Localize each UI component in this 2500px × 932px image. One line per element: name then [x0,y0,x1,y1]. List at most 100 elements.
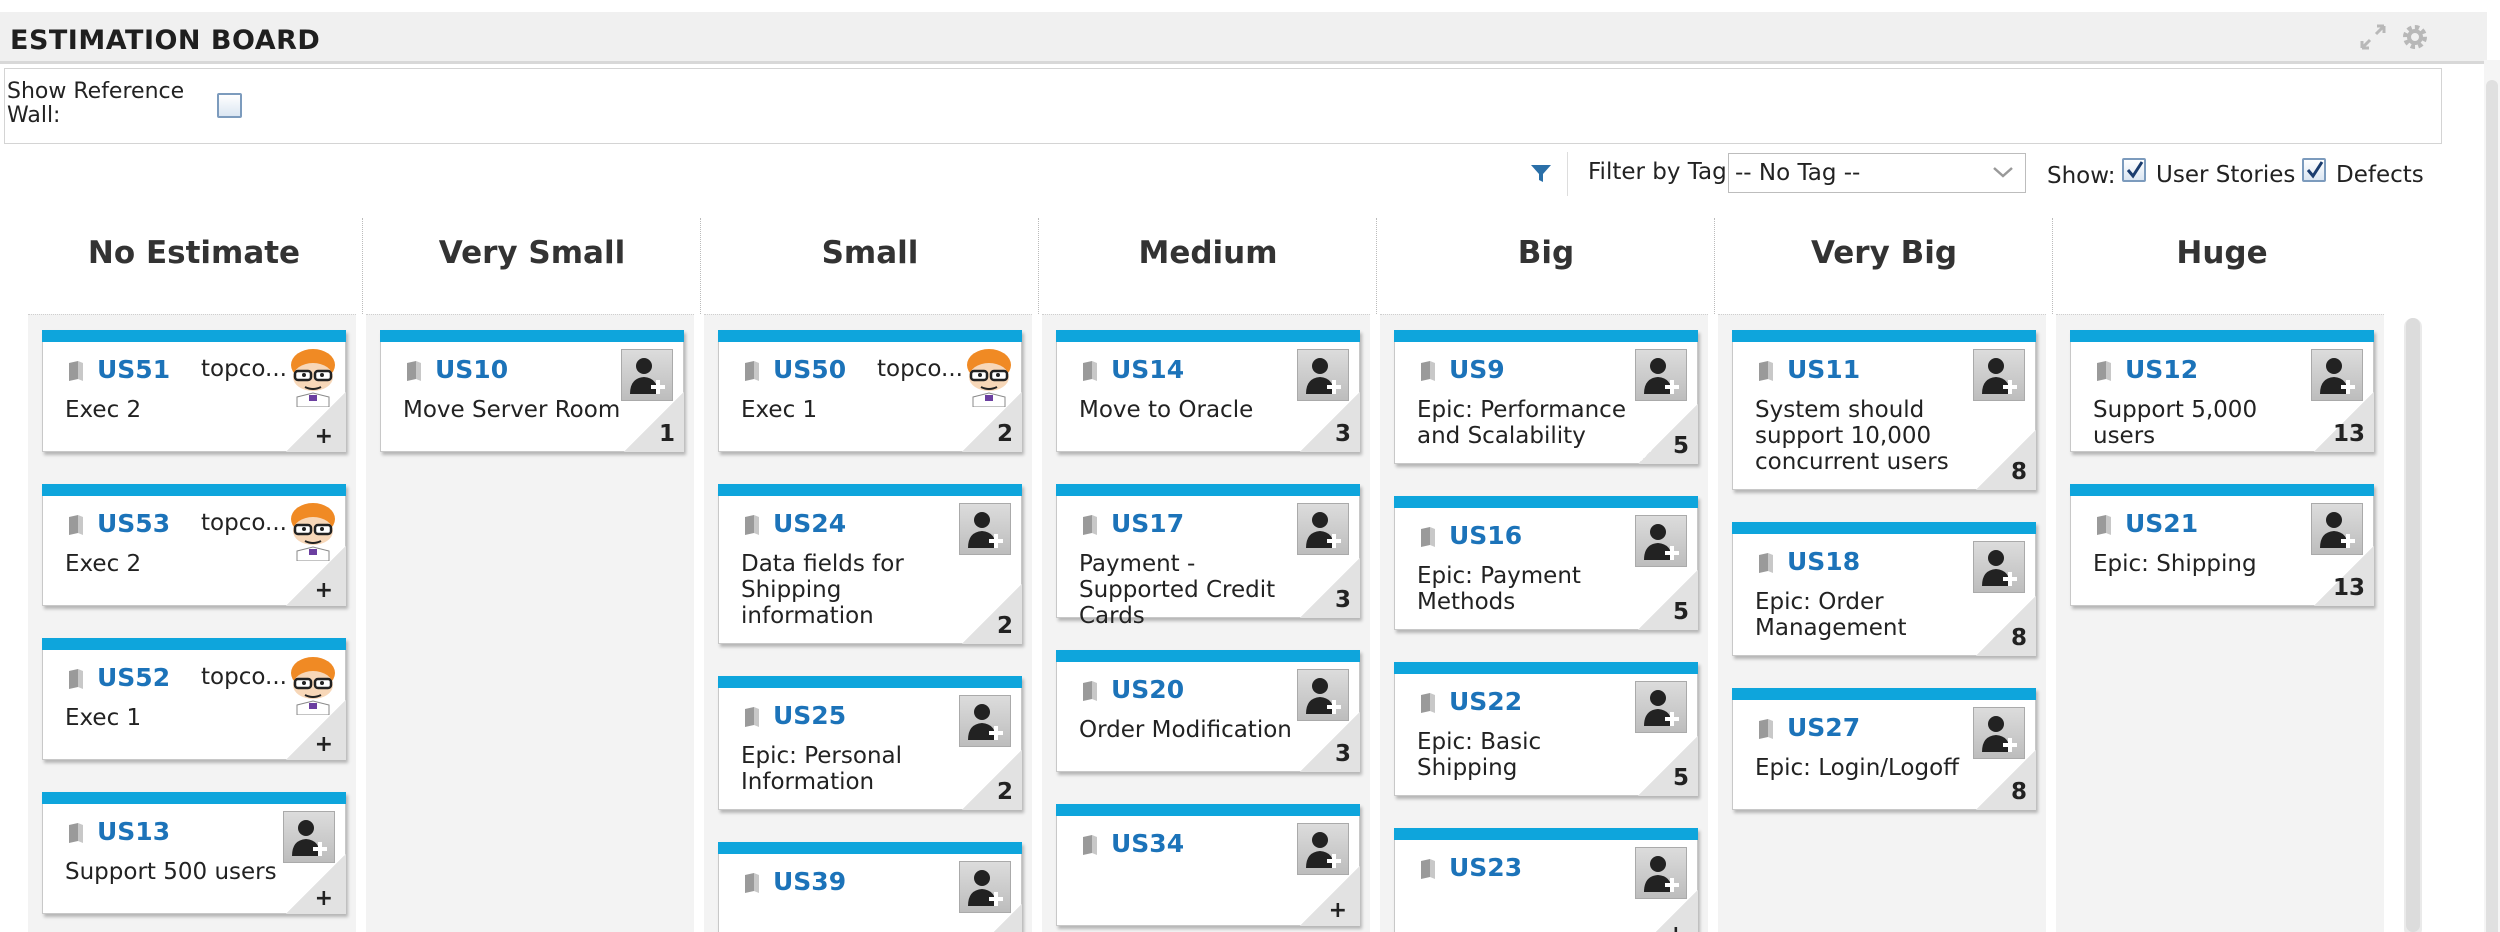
card-name[interactable]: Support 5,000 users [2093,397,2313,449]
add-estimate-icon[interactable]: + [315,732,333,757]
story-icon [1419,359,1437,383]
story-icon [743,871,761,895]
story-card[interactable]: US53 topco... Exec 2 + [42,484,346,606]
card-name[interactable]: Epic: Personal Information [741,743,961,795]
story-card[interactable]: US25 Epic: Personal Information 2 [718,676,1022,810]
story-card[interactable]: US10 Move Server Room 1 [380,330,684,452]
add-estimate-icon[interactable]: + [1667,922,1685,932]
story-card[interactable]: US22 Epic: Basic Shipping 5 [1394,662,1698,796]
assign-owner-icon[interactable] [1973,541,2025,593]
card-id-link[interactable]: US21 [2125,509,2198,538]
story-card[interactable]: US17 Payment - Supported Credit Cards 3 [1056,484,1360,629]
card-name[interactable]: Exec 2 [65,551,285,577]
add-estimate-icon[interactable]: + [1329,898,1347,923]
card-name[interactable]: Epic: Basic Shipping [1417,729,1637,781]
card-id-link[interactable]: US52 [97,663,170,692]
card-id-link[interactable]: US22 [1449,687,1522,716]
column-divider [1714,218,1715,314]
story-card[interactable]: US11 System should support 10,000 concurr… [1732,330,2036,490]
add-estimate-icon[interactable]: + [315,578,333,603]
show-reference-wall-checkbox[interactable] [217,93,242,118]
defects-checkbox[interactable] [2302,158,2326,182]
card-name[interactable]: Exec 2 [65,397,285,423]
assign-owner-icon[interactable] [959,503,1011,555]
card-name[interactable]: Payment - Supported Credit Cards [1079,551,1299,629]
card-id-link[interactable]: US12 [2125,355,2198,384]
card-color-bar [1056,484,1360,496]
card-id-link[interactable]: US14 [1111,355,1184,384]
card-name[interactable]: Data fields for Shipping information [741,551,961,629]
card-id-link[interactable]: US10 [435,355,508,384]
expand-icon[interactable] [2358,22,2388,52]
card-name[interactable]: Move Server Room [403,397,623,423]
card-id-link[interactable]: US25 [773,701,846,730]
card-id-link[interactable]: US50 [773,355,846,384]
story-card[interactable]: US16 Epic: Payment Methods 5 [1394,496,1698,630]
story-card[interactable]: US34 + [1056,804,1360,926]
story-card[interactable]: US50 topco... Exec 1 2 [718,330,1022,452]
add-estimate-icon[interactable]: + [315,886,333,911]
page-scrollbar[interactable] [2484,60,2500,932]
column-header: No Estimate [87,235,301,271]
card-name[interactable]: Epic: Shipping [2093,551,2313,577]
story-card[interactable]: US27 Epic: Login/Logoff 8 [1732,688,2036,810]
settings-row: Show Reference Wall: [4,68,2442,144]
assign-owner-icon[interactable] [1635,681,1687,733]
card-id-link[interactable]: US17 [1111,509,1184,538]
story-card[interactable]: US51 topco... Exec 2 + [42,330,346,452]
card-id-link[interactable]: US11 [1787,355,1860,384]
card-name[interactable]: Exec 1 [65,705,285,731]
card-id-link[interactable]: US18 [1787,547,1860,576]
story-icon [1419,691,1437,715]
card-id-link[interactable]: US9 [1449,355,1505,384]
story-card[interactable]: US21 Epic: Shipping 13 [2070,484,2374,606]
story-card[interactable]: US23 + [1394,828,1698,932]
page-scroll-thumb[interactable] [2486,80,2498,932]
card-id-link[interactable]: US51 [97,355,170,384]
user-stories-checkbox[interactable] [2122,158,2146,182]
tag-select[interactable]: -- No Tag -- [1728,153,2026,193]
card-estimate: 3 [1334,421,1351,447]
story-card[interactable]: US20 Order Modification 3 [1056,650,1360,772]
assign-owner-icon[interactable] [959,695,1011,747]
card-id-link[interactable]: US53 [97,509,170,538]
assign-owner-icon[interactable] [1297,503,1349,555]
card-id-link[interactable]: US27 [1787,713,1860,742]
card-name[interactable]: Epic: Order Management [1755,589,1975,641]
story-card[interactable]: US18 Epic: Order Management 8 [1732,522,2036,656]
board-scrollbar[interactable] [2404,318,2422,932]
chevron-down-icon [1991,162,2015,182]
filter-icon[interactable] [1528,160,1554,186]
story-card[interactable]: US24 Data fields for Shipping information… [718,484,1022,644]
card-name[interactable]: Exec 1 [741,397,961,423]
assign-owner-icon[interactable] [1635,515,1687,567]
card-id-link[interactable]: US24 [773,509,846,538]
card-name[interactable]: Epic: Payment Methods [1417,563,1637,615]
card-id-link[interactable]: US39 [773,867,846,896]
story-card[interactable]: US9 Epic: Performance and Scalability 5 [1394,330,1698,464]
card-name[interactable]: Support 500 users [65,859,285,885]
card-name[interactable]: System should support 10,000 concurrent … [1755,397,1975,475]
story-card[interactable]: US52 topco... Exec 1 + [42,638,346,760]
add-estimate-icon[interactable]: + [315,424,333,449]
scroll-thumb[interactable] [2406,318,2420,932]
assign-owner-icon[interactable] [1973,349,2025,401]
card-id-link[interactable]: US13 [97,817,170,846]
card-id-link[interactable]: US16 [1449,521,1522,550]
card-id-link[interactable]: US23 [1449,853,1522,882]
card-name[interactable]: Move to Oracle [1079,397,1299,423]
card-name[interactable]: Epic: Login/Logoff [1755,755,1975,781]
card-name[interactable]: Order Modification [1079,717,1299,743]
card-id-link[interactable]: US34 [1111,829,1184,858]
story-card[interactable]: US39+ [718,842,1022,932]
card-name[interactable]: Epic: Performance and Scalability [1417,397,1637,449]
column-header: Very Small [438,235,626,271]
card-id-link[interactable]: US20 [1111,675,1184,704]
story-card[interactable]: US13 Support 500 users + [42,792,346,914]
filter-by-tag-label: Filter by Tag: [1588,159,1735,185]
story-card[interactable]: US12 Support 5,000 users 13 [2070,330,2374,452]
assign-owner-icon[interactable] [1635,349,1687,401]
gear-icon[interactable] [2400,22,2430,52]
story-card[interactable]: US14 Move to Oracle 3 [1056,330,1360,452]
story-icon [1081,513,1099,537]
